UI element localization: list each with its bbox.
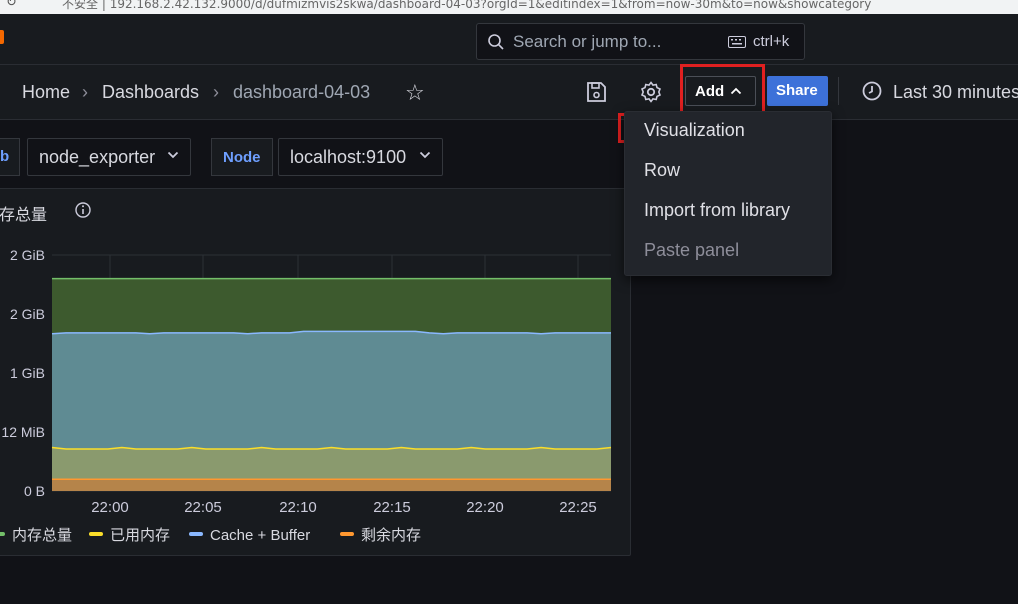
x-tick-label: 22:25 xyxy=(559,499,597,516)
chevron-down-icon xyxy=(167,151,179,159)
variable-select-node[interactable]: localhost:9100 xyxy=(278,138,443,176)
grafana-logo-icon[interactable] xyxy=(0,30,4,44)
legend-swatch xyxy=(340,532,354,536)
time-range-picker[interactable]: Last 30 minutes xyxy=(893,82,1018,103)
toolbar-divider xyxy=(838,77,839,105)
dashboard-nav-bar: Home › Dashboards › dashboard-04-03 ☆ Ad… xyxy=(0,65,1018,120)
x-tick-label: 22:10 xyxy=(279,499,317,516)
breadcrumb-separator: › xyxy=(82,82,88,102)
variable-label-fragment: b xyxy=(0,138,20,176)
y-tick-label: 1 GiB xyxy=(10,365,45,381)
top-bar: Search or jump to... ctrl+k xyxy=(0,14,1018,65)
legend-swatch xyxy=(0,532,5,536)
add-dropdown-menu: Visualization Row Import from library Paste… xyxy=(624,111,832,276)
variable-value: node_exporter xyxy=(39,147,156,167)
keyboard-icon xyxy=(728,36,746,48)
menu-item-row[interactable]: Row xyxy=(644,160,680,181)
browser-url-bar[interactable]: ↻ 不安全 | 192.168.2.42.132.9000/d/dufmizmv… xyxy=(0,0,1018,14)
y-tick-label: 12 MiB xyxy=(1,424,45,440)
menu-item-visualization[interactable]: Visualization xyxy=(644,120,745,141)
variable-select-job[interactable]: node_exporter xyxy=(27,138,191,176)
x-tick-label: 22:20 xyxy=(466,499,504,516)
add-button-label: Add xyxy=(695,83,725,100)
breadcrumb-dashboards[interactable]: Dashboards xyxy=(102,82,199,103)
y-tick-label: 2 GiB xyxy=(10,306,45,322)
legend-swatch xyxy=(189,532,203,536)
variable-label-node: Node xyxy=(211,138,273,176)
series-area-3 xyxy=(52,479,611,491)
legend-label: 内存总量 xyxy=(12,527,72,544)
reload-icon[interactable]: ↻ xyxy=(6,0,17,10)
search-shortcut: ctrl+k xyxy=(753,33,790,50)
chevron-down-icon xyxy=(419,151,431,159)
x-tick-label: 22:00 xyxy=(91,499,129,516)
menu-item-paste-panel: Paste panel xyxy=(644,240,740,260)
legend-label: 剩余内存 xyxy=(361,526,421,544)
legend-label: Cache + Buffer xyxy=(210,527,310,544)
y-tick-label: 0 B xyxy=(24,483,45,499)
clock-icon[interactable] xyxy=(861,80,883,102)
memory-chart[interactable]: 0 B 12 MiB 1 GiB 2 GiB 2 GiB 22:00 22:05 22:10 2… xyxy=(0,189,632,557)
search-placeholder: Search or jump to... xyxy=(513,32,662,51)
breadcrumb-home[interactable]: Home xyxy=(22,82,70,103)
variable-label-text: Node xyxy=(223,149,261,166)
share-button-label: Share xyxy=(776,82,818,99)
search-icon xyxy=(488,34,504,50)
variable-label-fragment-text: b xyxy=(0,148,10,165)
legend-swatch xyxy=(89,532,103,536)
x-tick-label: 22:15 xyxy=(373,499,411,516)
breadcrumb-separator: › xyxy=(213,82,219,102)
breadcrumb-current: dashboard-04-03 xyxy=(233,82,371,102)
legend-label: 已用内存 xyxy=(110,527,170,544)
menu-item-import-from-library[interactable]: Import from library xyxy=(644,200,790,221)
star-icon[interactable]: ☆ xyxy=(405,80,425,106)
search-input[interactable]: Search or jump to... ctrl+k xyxy=(476,23,805,60)
save-icon[interactable] xyxy=(584,80,608,104)
gear-icon[interactable] xyxy=(639,80,663,104)
y-tick-label: 2 GiB xyxy=(10,247,45,263)
variable-value: localhost:9100 xyxy=(290,147,407,167)
chevron-up-icon xyxy=(730,87,742,95)
x-tick-label: 22:05 xyxy=(184,499,222,516)
url-text[interactable]: 不安全 | 192.168.2.42.132.9000/d/dufmizmvis… xyxy=(62,0,871,12)
share-button[interactable]: Share xyxy=(767,76,828,106)
memory-panel[interactable]: 存总量 0 B 12 MiB 1 GiB 2 GiB 2 GiB 22:00 22:05 22… xyxy=(0,188,631,556)
add-button[interactable]: Add xyxy=(685,76,756,106)
